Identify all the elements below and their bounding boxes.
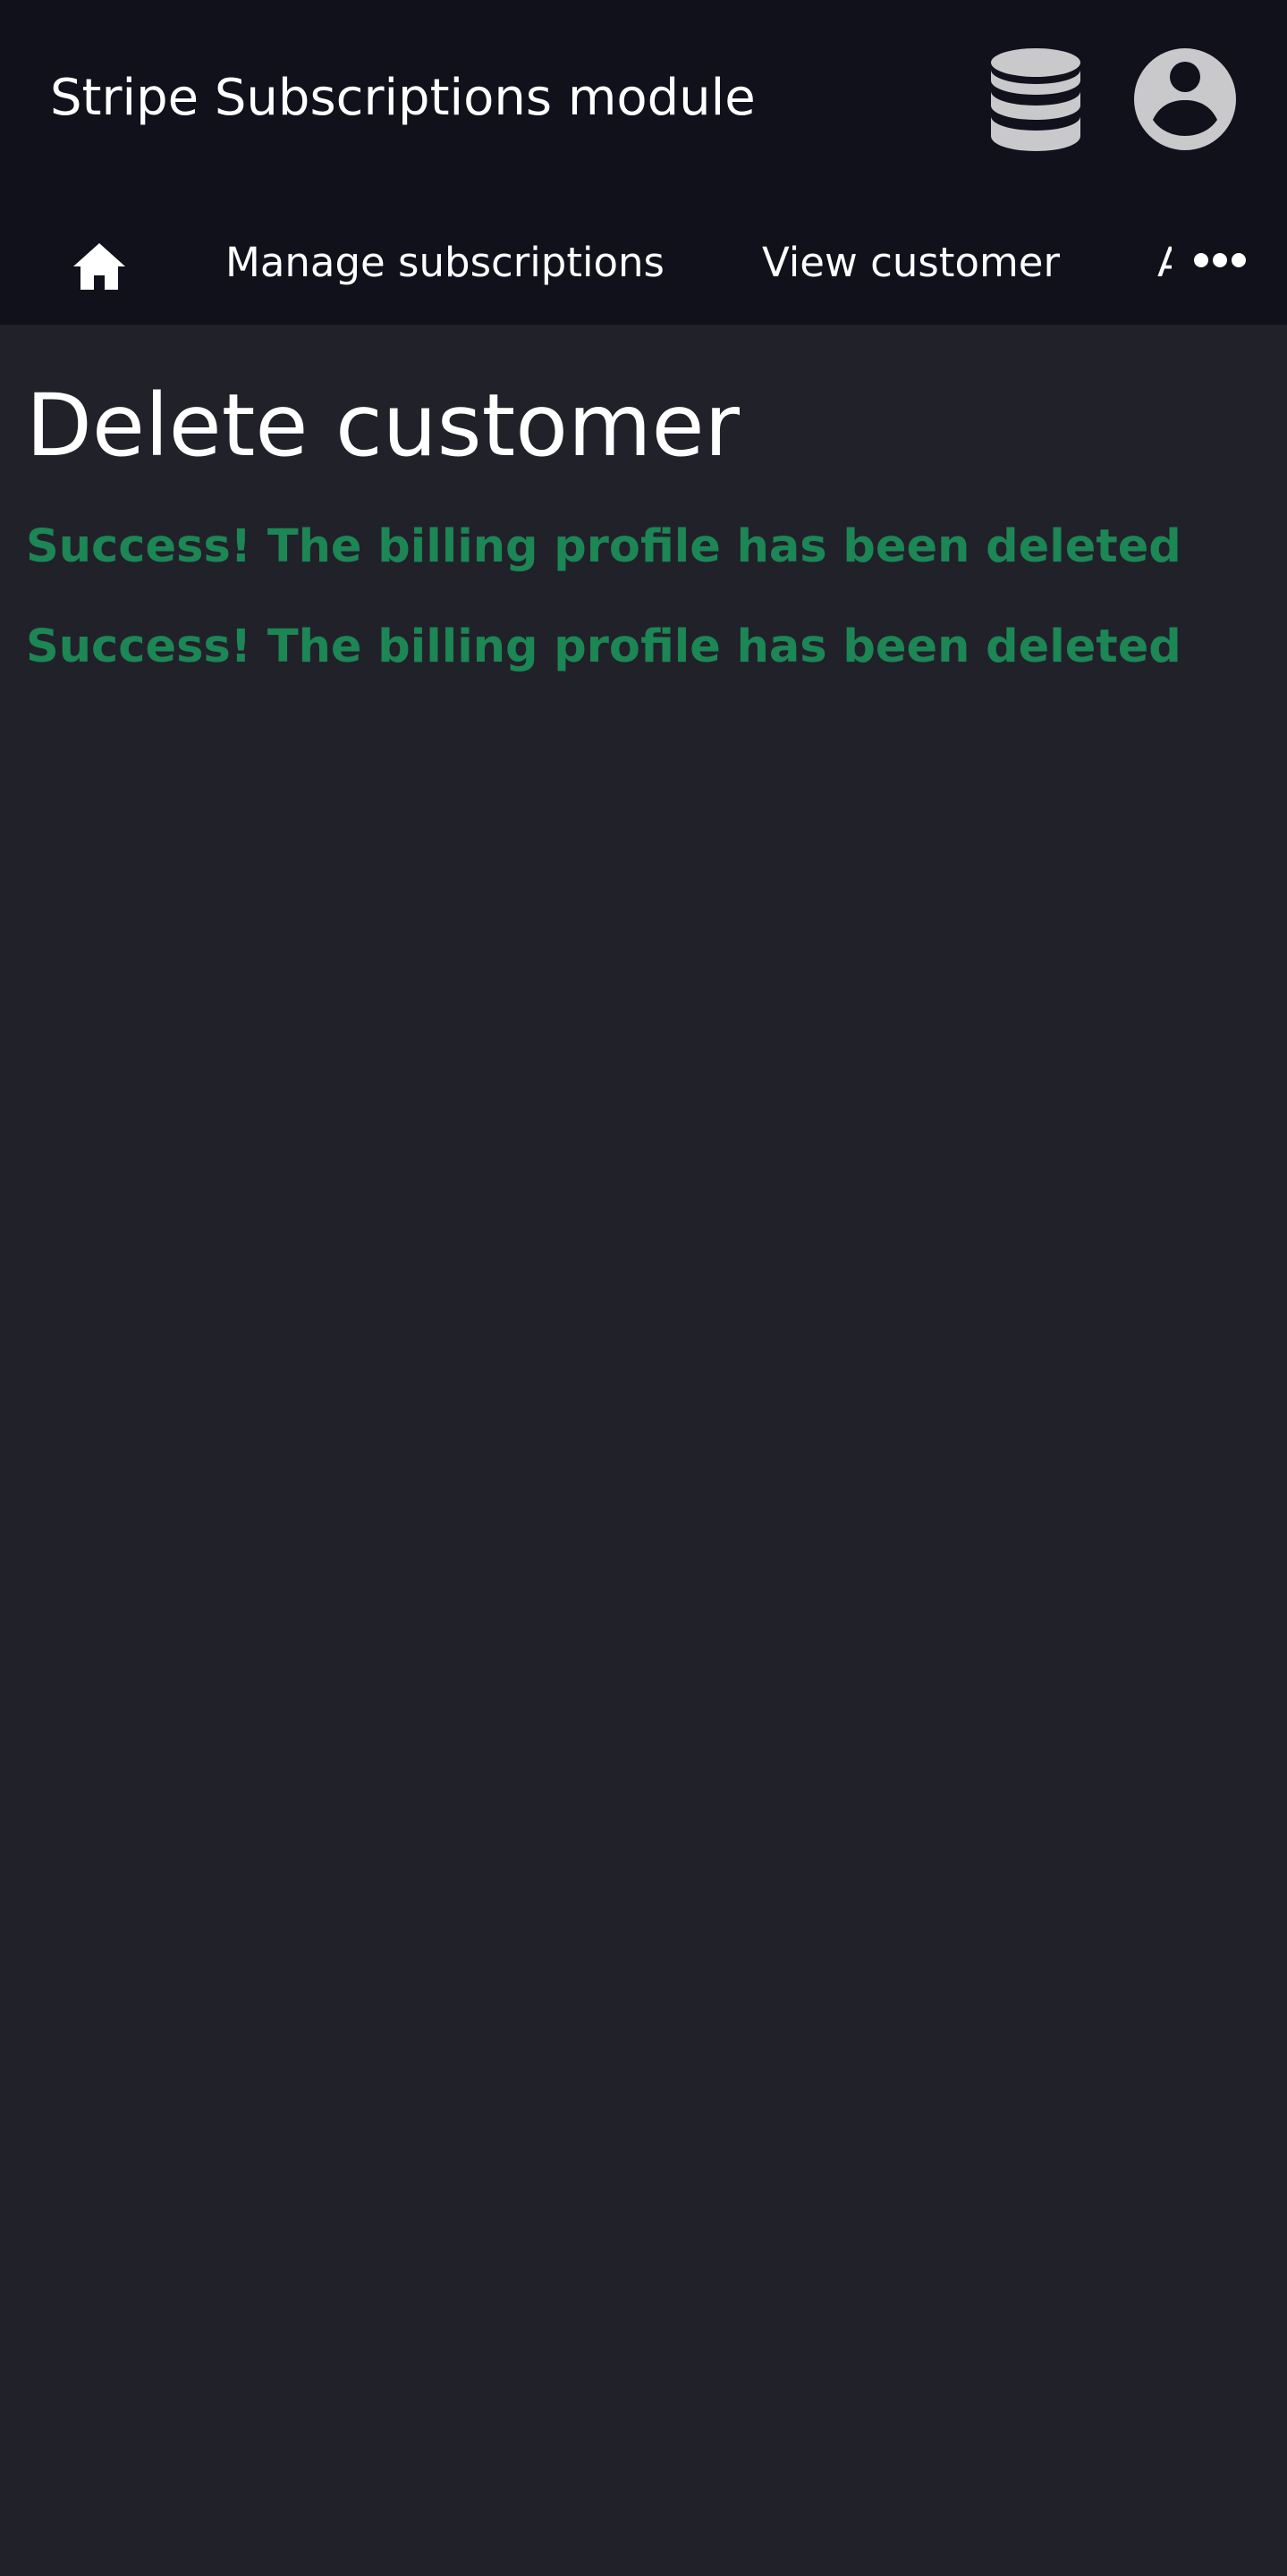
nav-item-clipped-wrap: A (1157, 199, 1172, 325)
success-message: Success! The billing profile has been de… (26, 621, 1181, 673)
success-message: Success! The billing profile has been de… (26, 520, 1181, 573)
home-icon (73, 243, 125, 290)
app-title: Stripe Subscriptions module (50, 69, 756, 127)
database-button[interactable] (986, 46, 1085, 154)
database-icon (991, 48, 1080, 151)
page-title: Delete customer (26, 376, 740, 476)
nav-more-button[interactable] (1188, 231, 1252, 290)
more-horizontal-icon (1194, 253, 1246, 267)
user-circle-icon (1134, 48, 1236, 150)
nav-item-clipped[interactable]: A (1157, 199, 1172, 325)
nav-item-manage-subscriptions[interactable]: Manage subscriptions (225, 199, 665, 325)
nav-bar: Manage subscriptions View customer A (0, 199, 1287, 325)
app-header: Stripe Subscriptions module (0, 0, 1287, 199)
account-button[interactable] (1132, 46, 1238, 152)
nav-home[interactable] (70, 199, 129, 325)
nav-item-view-customer[interactable]: View customer (762, 199, 1060, 325)
